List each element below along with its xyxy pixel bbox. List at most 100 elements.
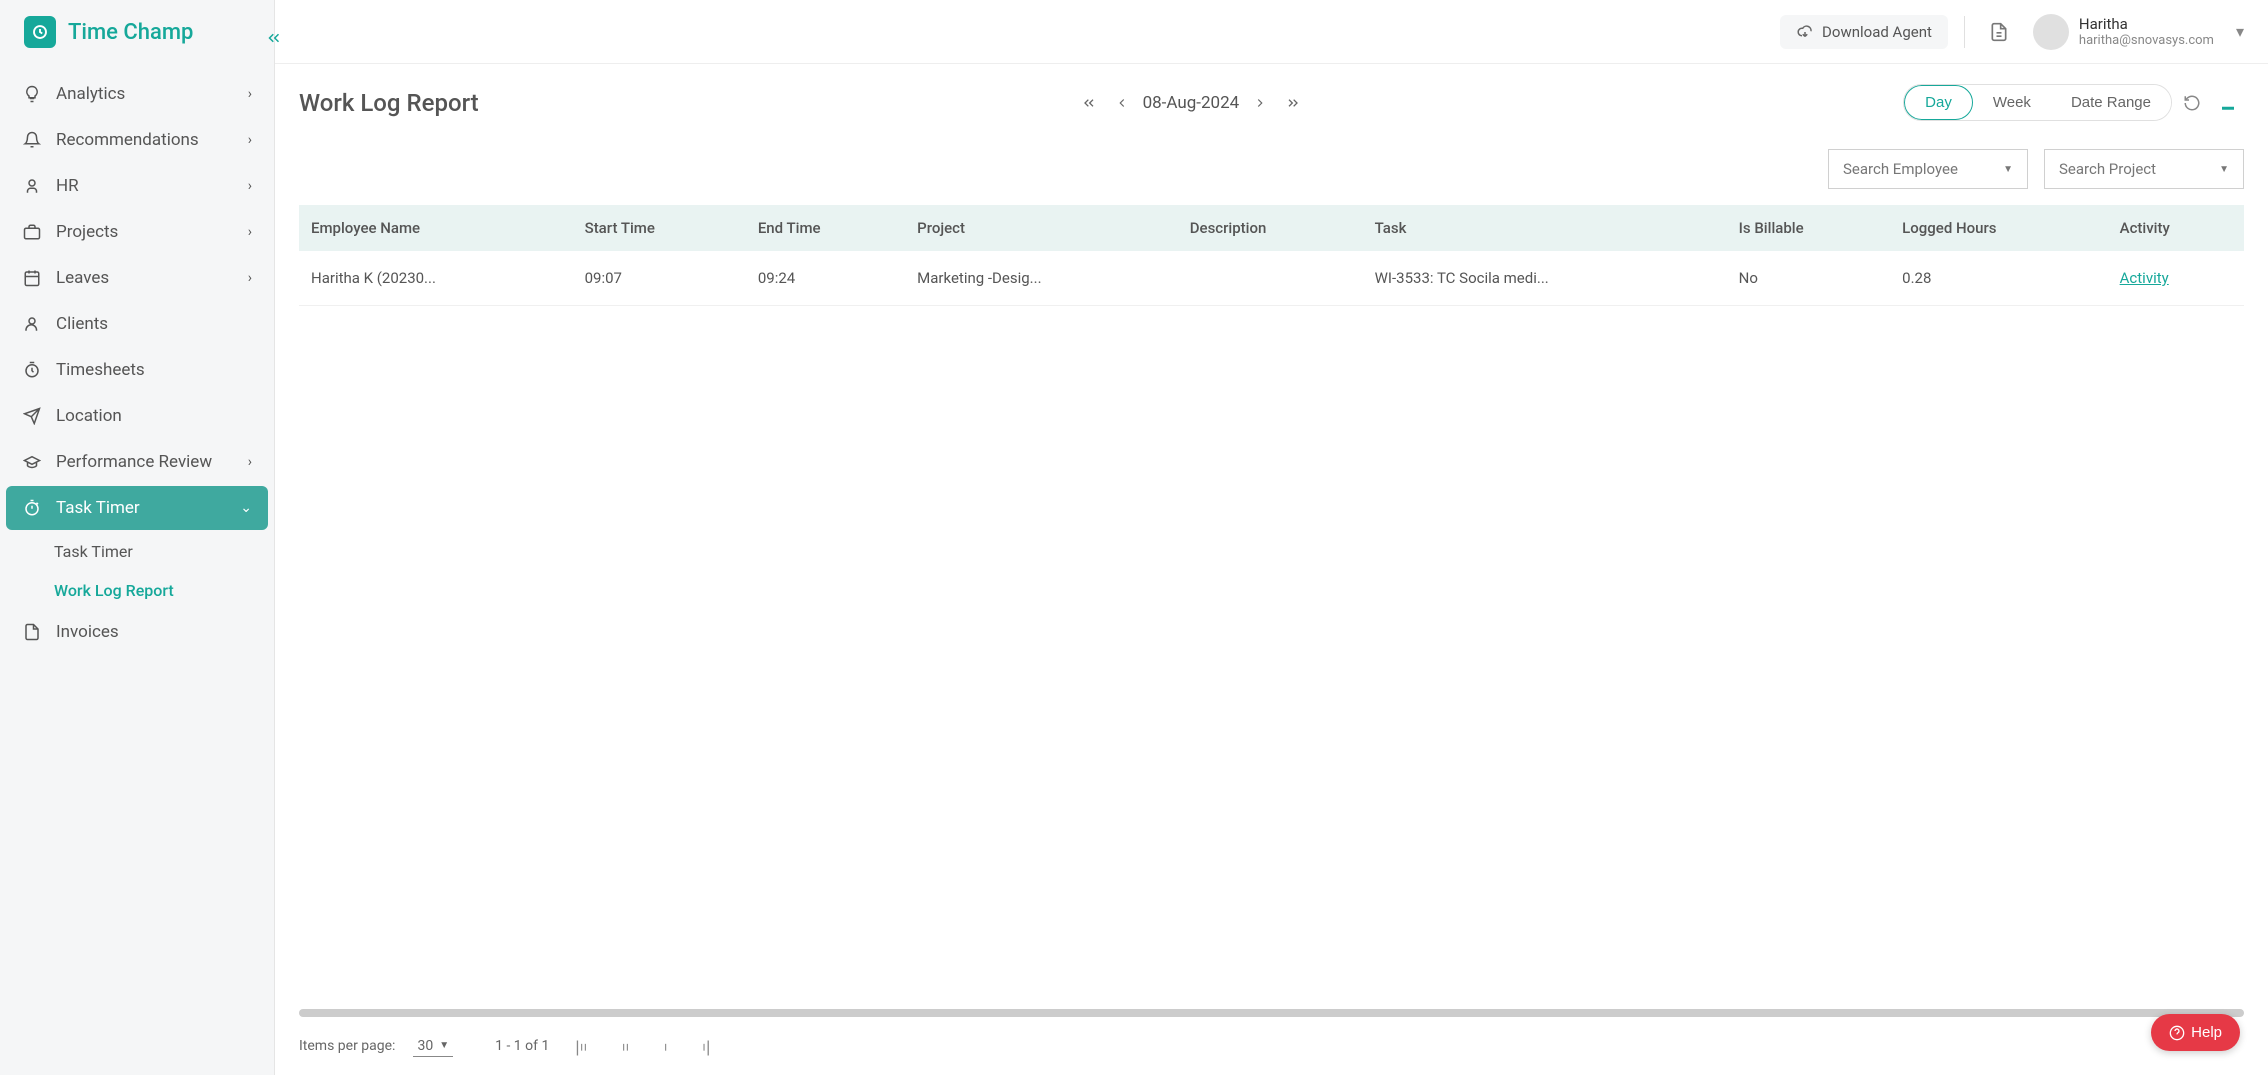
avatar <box>2033 14 2069 50</box>
search-project-select[interactable]: Search Project ▼ <box>2044 149 2244 189</box>
column-header[interactable]: Start Time <box>573 205 746 251</box>
calendar-icon <box>22 268 42 288</box>
sidebar-item-recommendations[interactable]: Recommendations› <box>6 118 268 162</box>
column-header[interactable]: Project <box>905 205 1178 251</box>
caret-down-icon: ▼ <box>2003 164 2013 175</box>
graduation-icon <box>22 452 42 472</box>
page-first-button[interactable]: |᱿ <box>567 1031 595 1061</box>
column-header[interactable]: Task <box>1363 205 1727 251</box>
chevron-down-icon: ⌄ <box>240 500 252 516</box>
table-row[interactable]: Haritha K (20230...09:0709:24Marketing -… <box>299 251 2244 306</box>
items-per-page-select[interactable]: 30 ▼ <box>413 1036 453 1057</box>
page-next-button[interactable]: ᱾ <box>656 1031 676 1061</box>
table-cell: 09:07 <box>573 251 746 306</box>
sidebar-item-invoices[interactable]: Invoices <box>6 610 268 654</box>
sidebar-item-label: Location <box>56 406 122 426</box>
table-cell: Haritha K (20230... <box>299 251 573 306</box>
refresh-button[interactable] <box>2176 87 2208 119</box>
help-button[interactable]: Help <box>2151 1014 2240 1051</box>
search-employee-select[interactable]: Search Employee ▼ <box>1828 149 2028 189</box>
sidebar-item-clients[interactable]: Clients <box>6 302 268 346</box>
briefcase-icon <box>22 222 42 242</box>
page-title: Work Log Report <box>299 89 479 117</box>
nav: Analytics›Recommendations›HR›Projects›Le… <box>0 64 274 1075</box>
help-icon <box>2169 1025 2185 1041</box>
send-icon <box>22 406 42 426</box>
sidebar-subitem-task-timer[interactable]: Task Timer <box>54 532 268 571</box>
chevron-right-icon: › <box>248 178 252 194</box>
worklog-table: Employee NameStart TimeEnd TimeProjectDe… <box>299 205 2244 306</box>
sidebar-item-label: Performance Review <box>56 452 212 472</box>
sidebar-item-leaves[interactable]: Leaves › <box>6 256 268 300</box>
items-per-page-label: Items per page: <box>299 1038 395 1054</box>
activity-link[interactable]: Activity <box>2120 269 2169 287</box>
date-prev-button[interactable] <box>1111 92 1133 114</box>
sidebar-item-task-timer[interactable]: Task Timer ⌄ <box>6 486 268 530</box>
range-option-week[interactable]: Week <box>1973 85 2051 120</box>
chevron-down-icon: ▾ <box>2236 22 2244 41</box>
sidebar-item-label: Timesheets <box>56 360 145 380</box>
stopwatch-icon <box>22 498 42 518</box>
page-header: Work Log Report 08-Aug-2024 DayWeekDate … <box>275 64 2268 141</box>
caret-down-icon: ▼ <box>2219 164 2229 175</box>
file-icon <box>22 622 42 642</box>
collapse-sidebar-button[interactable] <box>260 24 288 52</box>
chevron-right-icon: › <box>248 270 252 286</box>
sidebar-item-label: Analytics <box>56 84 125 104</box>
sidebar-item-label: Leaves <box>56 268 109 288</box>
document-button[interactable] <box>1981 14 2017 50</box>
sidebar-item-hr[interactable]: HR › <box>6 164 268 208</box>
chevron-right-icon: › <box>248 86 252 102</box>
sidebar-subitem-work-log-report[interactable]: Work Log Report <box>54 571 268 610</box>
person-icon <box>22 176 42 196</box>
sidebar-item-location[interactable]: Location <box>6 394 268 438</box>
bell-icon <box>22 130 42 150</box>
help-label: Help <box>2191 1024 2222 1041</box>
activity-cell: Activity <box>2108 251 2244 306</box>
horizontal-scrollbar[interactable] <box>299 1009 2244 1017</box>
column-header[interactable]: End Time <box>746 205 905 251</box>
table-cell <box>1178 251 1363 306</box>
table-cell: Marketing -Desig... <box>905 251 1178 306</box>
sidebar-item-label: Task Timer <box>56 498 140 518</box>
table-cell: WI-3533: TC Socila medi... <box>1363 251 1727 306</box>
page-prev-button[interactable]: ᱿ <box>614 1031 638 1061</box>
column-header[interactable]: Activity <box>2108 205 2244 251</box>
sidebar-item-label: Invoices <box>56 622 119 642</box>
divider <box>1964 16 1965 48</box>
user-menu[interactable]: Haritha haritha@snovasys.com ▾ <box>2033 14 2244 50</box>
caret-down-icon: ▼ <box>439 1040 449 1051</box>
column-header[interactable]: Description <box>1178 205 1363 251</box>
search-project-placeholder: Search Project <box>2059 160 2156 178</box>
logo-icon <box>24 16 56 48</box>
date-first-button[interactable] <box>1077 91 1101 115</box>
column-header[interactable]: Logged Hours <box>1890 205 2107 251</box>
brand-text: Time Champ <box>68 20 193 45</box>
range-option-day[interactable]: Day <box>1904 85 1973 120</box>
clock-icon <box>22 360 42 380</box>
pagination: Items per page: 30 ▼ 1 - 1 of 1 |᱿ ᱿ ᱾ ᱾… <box>275 1017 2268 1075</box>
sidebar-item-label: Clients <box>56 314 108 334</box>
sidebar-item-performance-review[interactable]: Performance Review› <box>6 440 268 484</box>
table-cell: 09:24 <box>746 251 905 306</box>
date-last-button[interactable] <box>1281 91 1305 115</box>
sidebar-item-label: HR <box>56 176 79 196</box>
main: Download Agent Haritha haritha@snovasys.… <box>275 0 2268 1075</box>
date-next-button[interactable] <box>1249 92 1271 114</box>
logo[interactable]: Time Champ <box>0 0 274 64</box>
sidebar-item-analytics[interactable]: Analytics › <box>6 72 268 116</box>
lightbulb-icon <box>22 84 42 104</box>
column-header[interactable]: Is Billable <box>1727 205 1891 251</box>
filters: Search Employee ▼ Search Project ▼ <box>275 141 2268 205</box>
page-last-button[interactable]: ᱾| <box>694 1031 718 1061</box>
download-agent-button[interactable]: Download Agent <box>1780 15 1948 49</box>
date-navigator: 08-Aug-2024 <box>1077 91 1306 115</box>
chevron-right-icon: › <box>248 132 252 148</box>
sidebar-item-label: Projects <box>56 222 118 242</box>
range-option-date-range[interactable]: Date Range <box>2051 85 2171 120</box>
download-button[interactable] <box>2212 87 2244 119</box>
column-header[interactable]: Employee Name <box>299 205 573 251</box>
chevron-right-icon: › <box>248 224 252 240</box>
sidebar-item-projects[interactable]: Projects › <box>6 210 268 254</box>
sidebar-item-timesheets[interactable]: Timesheets <box>6 348 268 392</box>
